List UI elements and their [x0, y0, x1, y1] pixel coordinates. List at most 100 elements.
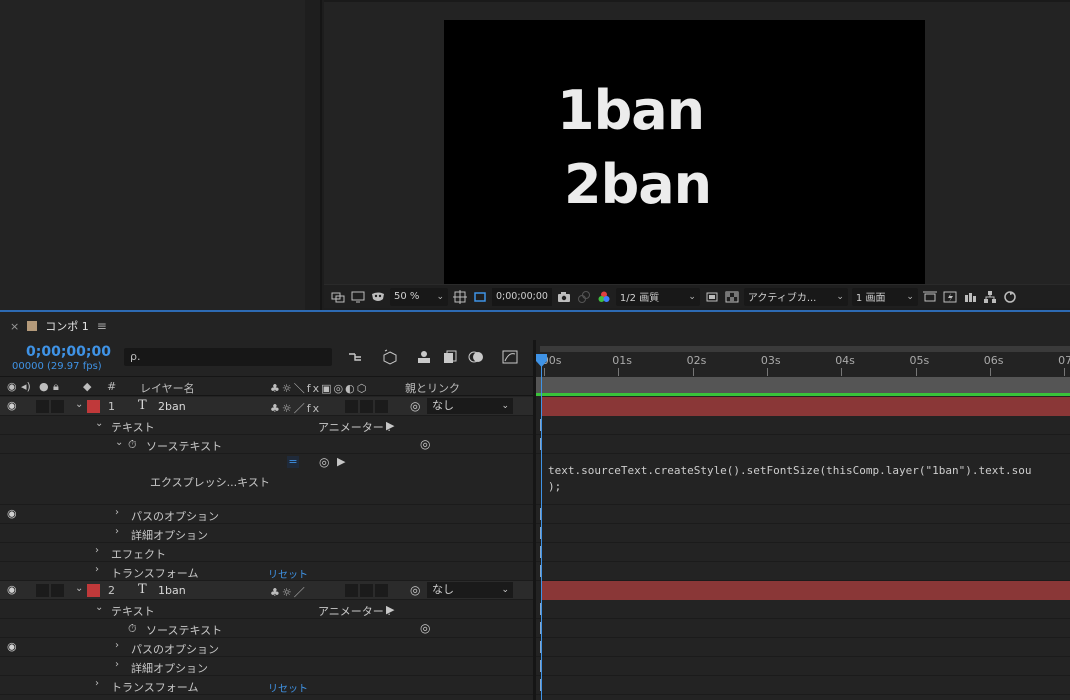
stopwatch-icon[interactable]: ⏱	[128, 438, 137, 452]
expand-chevron-icon[interactable]: ⌄	[115, 437, 123, 448]
camera-dropdown[interactable]: アクティブカ... ⌄	[743, 287, 848, 306]
property-effects[interactable]: › エフェクト	[0, 543, 533, 562]
motion-blur-icon[interactable]	[467, 348, 485, 366]
canvas-text-2ban[interactable]: 2ban	[564, 158, 712, 212]
comp-flowchart-icon[interactable]	[346, 348, 364, 366]
property-text-group[interactable]: ⌄ テキスト アニメーター : ▶	[0, 416, 533, 435]
switch-box[interactable]	[375, 584, 388, 597]
layer-row-1[interactable]: ◉ ⌄ 1 T 2ban ♣☼／fx ◎ なし ⌄	[0, 397, 533, 416]
switches-column-icons[interactable]: ♣☼＼fx▣◎◐⬡	[270, 380, 368, 396]
layer-name[interactable]: 2ban	[158, 400, 186, 413]
pick-whip-icon[interactable]: ◎	[420, 437, 430, 451]
viewer-timecode[interactable]: 0;00;00;00	[492, 287, 552, 306]
parent-column-header[interactable]: 親とリンク	[405, 380, 460, 396]
switch-box[interactable]	[360, 400, 373, 413]
time-ruler[interactable]: :00s01s02s03s04s05s06s07s	[536, 340, 1070, 376]
zoom-dropdown[interactable]: 50 % ⌄	[390, 287, 448, 306]
current-time-display[interactable]: 0;00;00;00	[26, 344, 111, 360]
parent-dropdown[interactable]: なし ⌄	[427, 398, 513, 414]
layer-search-input[interactable]: ρ.	[124, 348, 332, 366]
layer-name-column-header[interactable]: レイヤー名	[140, 380, 195, 396]
graph-editor-icon[interactable]	[501, 348, 519, 366]
expand-chevron-icon[interactable]: ⌄	[95, 602, 103, 613]
solo-toggle[interactable]	[36, 400, 49, 413]
property-transform[interactable]: › トランスフォーム リセット	[0, 676, 533, 695]
close-icon[interactable]: ×	[10, 320, 19, 333]
flowchart-icon[interactable]	[982, 289, 998, 305]
layer-switches[interactable]: ♣☼／fx	[270, 400, 321, 416]
expand-chevron-icon[interactable]: ⌄	[75, 399, 83, 410]
expression-pick-whip-icon[interactable]: ◎	[319, 455, 329, 469]
playhead-line[interactable]	[541, 357, 542, 700]
show-snapshot-icon[interactable]	[576, 289, 592, 305]
composition-canvas[interactable]: 1ban 2ban	[444, 20, 925, 284]
animator-label[interactable]: アニメーター :	[318, 419, 391, 435]
pick-whip-icon[interactable]: ◎	[420, 621, 430, 635]
property-source-text[interactable]: ⏱ ソーステキスト ◎	[0, 619, 533, 638]
timeline-tab-title[interactable]: コンポ 1	[45, 318, 89, 334]
reset-link[interactable]: リセット	[268, 680, 308, 695]
time-navigator[interactable]	[540, 346, 1070, 352]
stopwatch-icon[interactable]: ⏱	[128, 622, 137, 636]
composition-viewer[interactable]: 1ban 2ban	[324, 0, 1070, 284]
property-expression[interactable]: = ◎ ▶ エクスプレッシ...キスト	[0, 454, 533, 505]
canvas-text-1ban[interactable]: 1ban	[557, 84, 705, 138]
animator-play-icon[interactable]: ▶	[386, 603, 394, 616]
layer-duration-bar-1[interactable]	[542, 397, 1070, 416]
property-transform[interactable]: › トランスフォーム リセット	[0, 562, 533, 581]
reset-exposure-icon[interactable]	[1002, 289, 1018, 305]
property-text-group[interactable]: ⌄ テキスト アニメーター : ▶	[0, 600, 533, 619]
pick-whip-icon[interactable]: ◎	[410, 583, 420, 597]
expand-chevron-icon[interactable]: ⌄	[95, 418, 103, 429]
region-of-interest-icon[interactable]	[472, 289, 488, 305]
collapse-chevron-icon[interactable]: ›	[115, 640, 119, 651]
expression-enable-icon[interactable]: =	[287, 456, 299, 468]
mask-visibility-icon[interactable]	[370, 289, 386, 305]
collapse-chevron-icon[interactable]: ›	[95, 678, 99, 689]
collapse-chevron-icon[interactable]: ›	[95, 545, 99, 556]
collapse-chevron-icon[interactable]: ›	[115, 526, 119, 537]
timeline-link-icon[interactable]	[962, 289, 978, 305]
eye-icon[interactable]: ◉	[7, 640, 17, 653]
property-path-options[interactable]: ◉ › パスのオプション	[0, 638, 533, 657]
fast-draft-icon[interactable]	[942, 289, 958, 305]
solo-column-icon[interactable]: ●	[39, 380, 49, 393]
expand-chevron-icon[interactable]: ⌄	[75, 583, 83, 594]
animator-label[interactable]: アニメーター :	[318, 603, 391, 619]
property-path-options[interactable]: ◉ › パスのオプション	[0, 505, 533, 524]
lock-column-icon[interactable]: 🔒︎	[53, 380, 59, 394]
resolution-dropdown[interactable]: 1/2 画質 ⌄	[615, 287, 700, 306]
visibility-column-eye-icon[interactable]: ◉	[7, 380, 17, 393]
color-channels-icon[interactable]	[596, 289, 612, 305]
number-column-header[interactable]: #	[107, 380, 116, 393]
switch-box[interactable]	[360, 584, 373, 597]
layer-label-color[interactable]	[87, 400, 100, 413]
property-source-text[interactable]: ⌄ ⏱ ソーステキスト ◎	[0, 435, 533, 454]
eye-icon[interactable]: ◉	[7, 507, 17, 520]
switch-box[interactable]	[345, 584, 358, 597]
layer-row-2[interactable]: ◉ ⌄ 2 T 1ban ♣☼／ ◎ なし ⌄	[0, 581, 533, 600]
switch-box[interactable]	[375, 400, 388, 413]
shy-layers-icon[interactable]	[415, 348, 433, 366]
property-more-options[interactable]: › 詳細オプション	[0, 524, 533, 543]
fast-preview-icon[interactable]	[704, 289, 720, 305]
collapse-chevron-icon[interactable]: ›	[95, 564, 99, 575]
layer-name[interactable]: 1ban	[158, 584, 186, 597]
expression-text-field[interactable]: text.sourceText.createStyle().setFontSiz…	[548, 463, 1031, 495]
frame-blending-icon[interactable]	[441, 348, 459, 366]
time-graph[interactable]: :00s01s02s03s04s05s06s07s text.sourceTex…	[536, 340, 1070, 700]
views-dropdown[interactable]: 1 画面 ⌄	[851, 287, 918, 306]
switch-box[interactable]	[345, 400, 358, 413]
layer-duration-bar-2[interactable]	[542, 581, 1070, 600]
panel-menu-icon[interactable]: ≡	[97, 319, 107, 333]
audio-column-icon[interactable]: ◂)	[21, 380, 31, 393]
animator-play-icon[interactable]: ▶	[386, 419, 394, 432]
grid-guide-icon[interactable]	[452, 289, 468, 305]
snapshot-camera-icon[interactable]	[556, 289, 572, 305]
always-preview-icon[interactable]	[330, 289, 346, 305]
expression-menu-icon[interactable]: ▶	[337, 455, 345, 468]
layer-switches[interactable]: ♣☼／	[270, 584, 307, 600]
solo-toggle[interactable]	[36, 584, 49, 597]
toggle-pixel-aspect-icon[interactable]	[922, 289, 938, 305]
playhead-handle-icon[interactable]	[536, 354, 547, 367]
